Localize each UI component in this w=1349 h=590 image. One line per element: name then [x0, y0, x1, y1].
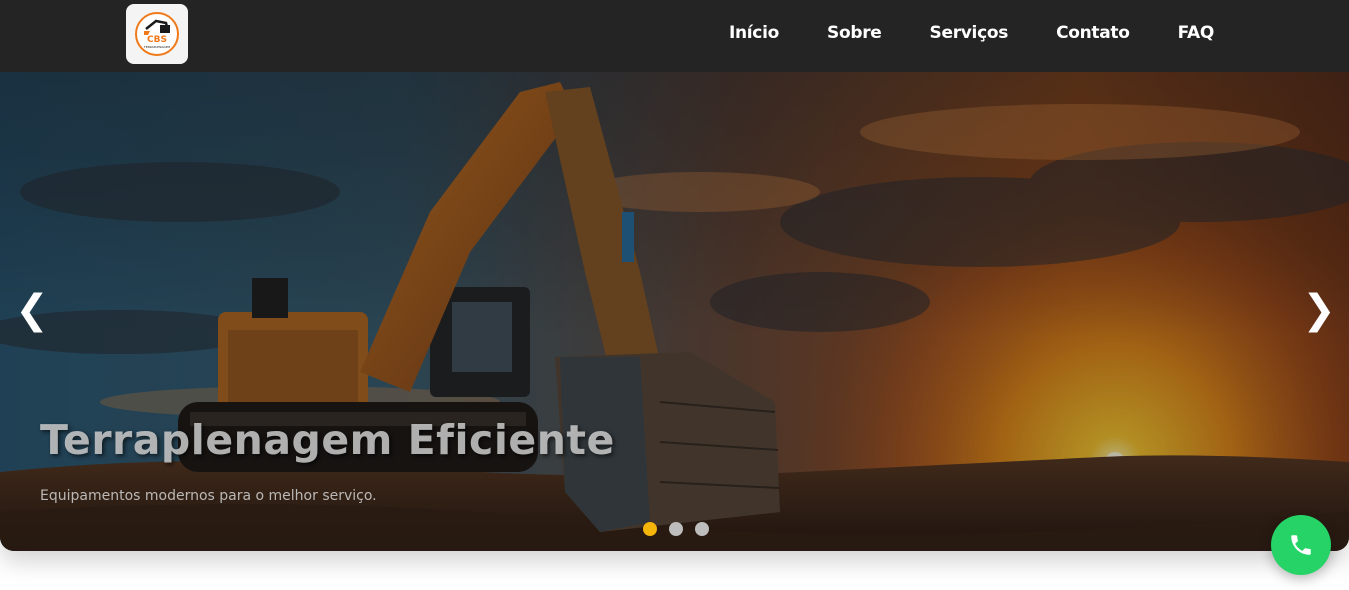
navbar: CBS TERRAPLENAGEM Início Sobre Serviços … — [0, 0, 1349, 72]
nav-link-contato[interactable]: Contato — [1056, 23, 1130, 43]
hero-subtitle: Equipamentos modernos para o melhor serv… — [40, 488, 377, 504]
carousel-next-button[interactable]: ❯ — [1301, 286, 1337, 334]
carousel-dot-1[interactable] — [643, 522, 657, 536]
whatsapp-icon — [1291, 535, 1311, 555]
nav-link-sobre[interactable]: Sobre — [827, 23, 882, 43]
carousel-dot-2[interactable] — [669, 522, 683, 536]
logo-text: CBS — [147, 35, 167, 45]
carousel-indicators — [643, 522, 709, 536]
carousel-dot-3[interactable] — [695, 522, 709, 536]
hero-title: Terraplenagem Eficiente — [40, 416, 615, 464]
hero-dark-overlay — [0, 72, 1349, 551]
hero-carousel: Terraplenagem Eficiente Equipamentos mod… — [0, 72, 1349, 551]
site-logo[interactable]: CBS TERRAPLENAGEM — [126, 4, 188, 64]
cbs-logo-icon: CBS TERRAPLENAGEM — [135, 12, 179, 56]
carousel-prev-button[interactable]: ❮ — [14, 286, 50, 334]
whatsapp-button[interactable] — [1271, 515, 1331, 575]
nav-link-servicos[interactable]: Serviços — [930, 23, 1009, 43]
logo-subtext: TERRAPLENAGEM — [143, 45, 171, 49]
main-nav: Início Sobre Serviços Contato FAQ — [729, 0, 1214, 66]
nav-link-inicio[interactable]: Início — [729, 23, 779, 43]
nav-link-faq[interactable]: FAQ — [1178, 23, 1215, 43]
